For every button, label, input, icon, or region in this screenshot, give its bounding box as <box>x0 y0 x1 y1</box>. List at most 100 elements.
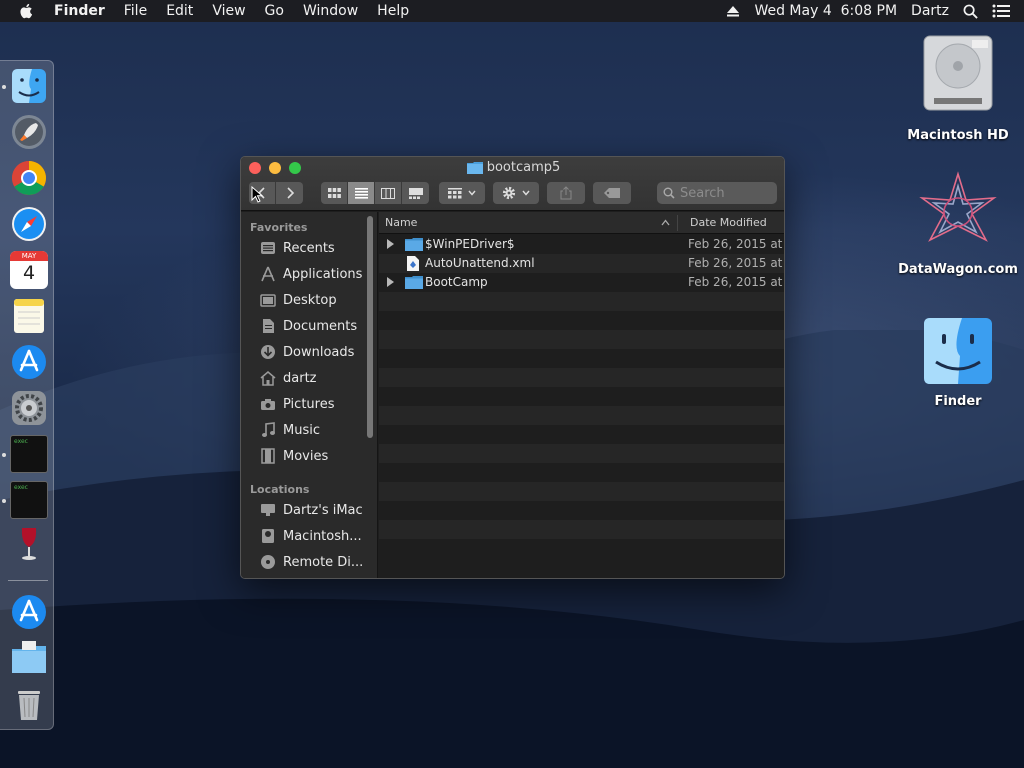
sidebar-item-movies[interactable]: Movies <box>258 445 328 467</box>
dock-terminal-icon[interactable]: exec <box>10 435 48 473</box>
running-indicator <box>2 453 6 457</box>
window-title-text: bootcamp5 <box>486 160 561 175</box>
dock-app-store-icon-2[interactable] <box>10 593 48 631</box>
dock-system-preferences-icon[interactable] <box>10 389 48 427</box>
spotlight-search-icon[interactable] <box>963 4 978 19</box>
dock-terminal-icon-2[interactable]: exec <box>10 481 48 519</box>
dock-finder-icon[interactable] <box>10 67 48 105</box>
sidebar-scrollbar[interactable] <box>367 216 373 438</box>
desktop-icon <box>260 293 276 307</box>
empty-row <box>379 482 784 501</box>
folder-icon <box>405 276 423 289</box>
icon-view-button[interactable] <box>321 182 348 204</box>
empty-row <box>379 406 784 425</box>
dock-app-store-icon[interactable] <box>10 343 48 381</box>
desktop-icon-finder[interactable]: Finder <box>898 316 1018 409</box>
forward-button[interactable] <box>276 182 303 204</box>
list-view-button[interactable] <box>348 182 375 204</box>
sidebar-item-applications[interactable]: Applications <box>258 263 362 285</box>
xml-file-icon <box>407 256 419 271</box>
search-input[interactable] <box>680 185 770 201</box>
dock-safari-icon[interactable] <box>10 205 48 243</box>
camera-icon <box>261 398 275 410</box>
menu-window[interactable]: Window <box>303 3 358 19</box>
dock-downloads-folder-icon[interactable] <box>10 639 48 677</box>
apple-icon[interactable] <box>18 2 36 20</box>
gear-icon <box>502 186 516 200</box>
dock-calendar-icon[interactable]: MAY 4 <box>10 251 48 289</box>
desktop-icon-label: Finder <box>934 394 982 409</box>
music-note-icon <box>262 422 275 437</box>
search-icon <box>663 187 675 199</box>
menu-help[interactable]: Help <box>377 3 409 19</box>
file-date: Feb 26, 2015 at 6 <box>688 237 785 251</box>
sidebar-item-label: Applications <box>283 266 363 282</box>
sidebar-item-music[interactable]: Music <box>258 419 320 441</box>
sidebar-item-label: Remote Di... <box>283 554 364 570</box>
table-row[interactable]: BootCamp Feb 26, 2015 at 6 <box>379 273 784 292</box>
disclosure-triangle-icon[interactable] <box>387 277 394 287</box>
sidebar-item-recents[interactable]: Recents <box>258 237 335 259</box>
dock-wine-icon[interactable] <box>10 525 48 563</box>
dock-chrome-icon[interactable] <box>10 159 48 197</box>
menu-view[interactable]: View <box>212 3 245 19</box>
dock: MAY 4 exec exec <box>0 60 54 730</box>
gallery-view-button[interactable] <box>402 182 429 204</box>
menu-user[interactable]: Dartz <box>911 3 949 19</box>
sidebar-item-documents[interactable]: Documents <box>258 315 357 337</box>
window-titlebar[interactable]: bootcamp5 <box>241 157 784 211</box>
window-title: bootcamp5 <box>241 160 784 175</box>
menu-app-finder[interactable]: Finder <box>54 3 105 19</box>
sidebar-header-favorites: Favorites <box>250 221 308 234</box>
sidebar-item-imac[interactable]: Dartz's iMac <box>258 499 363 521</box>
list-header: Name Date Modified <box>379 212 784 234</box>
sidebar-item-downloads[interactable]: Downloads <box>258 341 354 363</box>
column-view-button[interactable] <box>375 182 402 204</box>
share-icon <box>560 186 572 200</box>
menu-go[interactable]: Go <box>265 3 284 19</box>
eject-icon[interactable] <box>726 4 740 18</box>
notification-center-icon[interactable] <box>992 4 1010 18</box>
sort-ascending-icon <box>661 219 670 226</box>
recents-icon <box>261 242 275 254</box>
dock-notes-icon[interactable] <box>10 297 48 335</box>
sidebar-item-remote-disc[interactable]: Remote Di... <box>258 551 363 573</box>
desktop-icon-macintosh-hd[interactable]: Macintosh HD <box>898 32 1018 143</box>
search-field[interactable] <box>657 182 777 204</box>
menu-clock[interactable]: Wed May 4 6:08 PM <box>754 3 897 19</box>
empty-row <box>379 520 784 539</box>
sidebar-item-home[interactable]: dartz <box>258 367 316 389</box>
sidebar-item-label: Dartz's iMac <box>283 502 363 518</box>
dock-launchpad-icon[interactable] <box>10 113 48 151</box>
dock-trash-icon[interactable] <box>10 685 48 723</box>
view-mode-control <box>321 182 429 204</box>
file-name: $WinPEDriver$ <box>425 237 515 251</box>
grid-icon <box>327 187 341 198</box>
sidebar-item-label: Pictures <box>283 396 335 412</box>
desktop-icon-datawagon[interactable]: DataWagon.com <box>898 170 1018 277</box>
tag-icon <box>604 188 620 198</box>
sidebar-item-desktop[interactable]: Desktop <box>258 289 337 311</box>
table-row[interactable]: AutoUnattend.xml Feb 26, 2015 at 5 <box>379 254 785 273</box>
sidebar-item-pictures[interactable]: Pictures <box>258 393 334 415</box>
hard-drive-icon <box>923 35 993 111</box>
menu-edit[interactable]: Edit <box>166 3 193 19</box>
action-menu-button[interactable] <box>493 182 539 204</box>
file-name: AutoUnattend.xml <box>425 256 535 270</box>
column-header-date-modified[interactable]: Date Modified <box>690 216 767 229</box>
list-icon <box>354 187 368 199</box>
column-header-name[interactable]: Name <box>385 216 417 229</box>
file-date: Feb 26, 2015 at 5 <box>688 256 785 270</box>
table-row[interactable]: $WinPEDriver$ Feb 26, 2015 at 6 <box>379 235 785 254</box>
share-button[interactable] <box>547 182 585 204</box>
column-divider[interactable] <box>677 215 678 231</box>
disclosure-triangle-icon[interactable] <box>387 239 394 249</box>
folder-icon <box>405 238 423 251</box>
sidebar-item-macintosh-hd[interactable]: Macintosh... <box>258 525 362 547</box>
finder-sidebar: Favorites Recents Applications Desktop D… <box>241 212 378 578</box>
menu-file[interactable]: File <box>124 3 147 19</box>
gallery-icon <box>408 187 423 199</box>
imac-icon <box>261 504 275 516</box>
tag-button[interactable] <box>593 182 631 204</box>
group-by-button[interactable] <box>439 182 485 204</box>
